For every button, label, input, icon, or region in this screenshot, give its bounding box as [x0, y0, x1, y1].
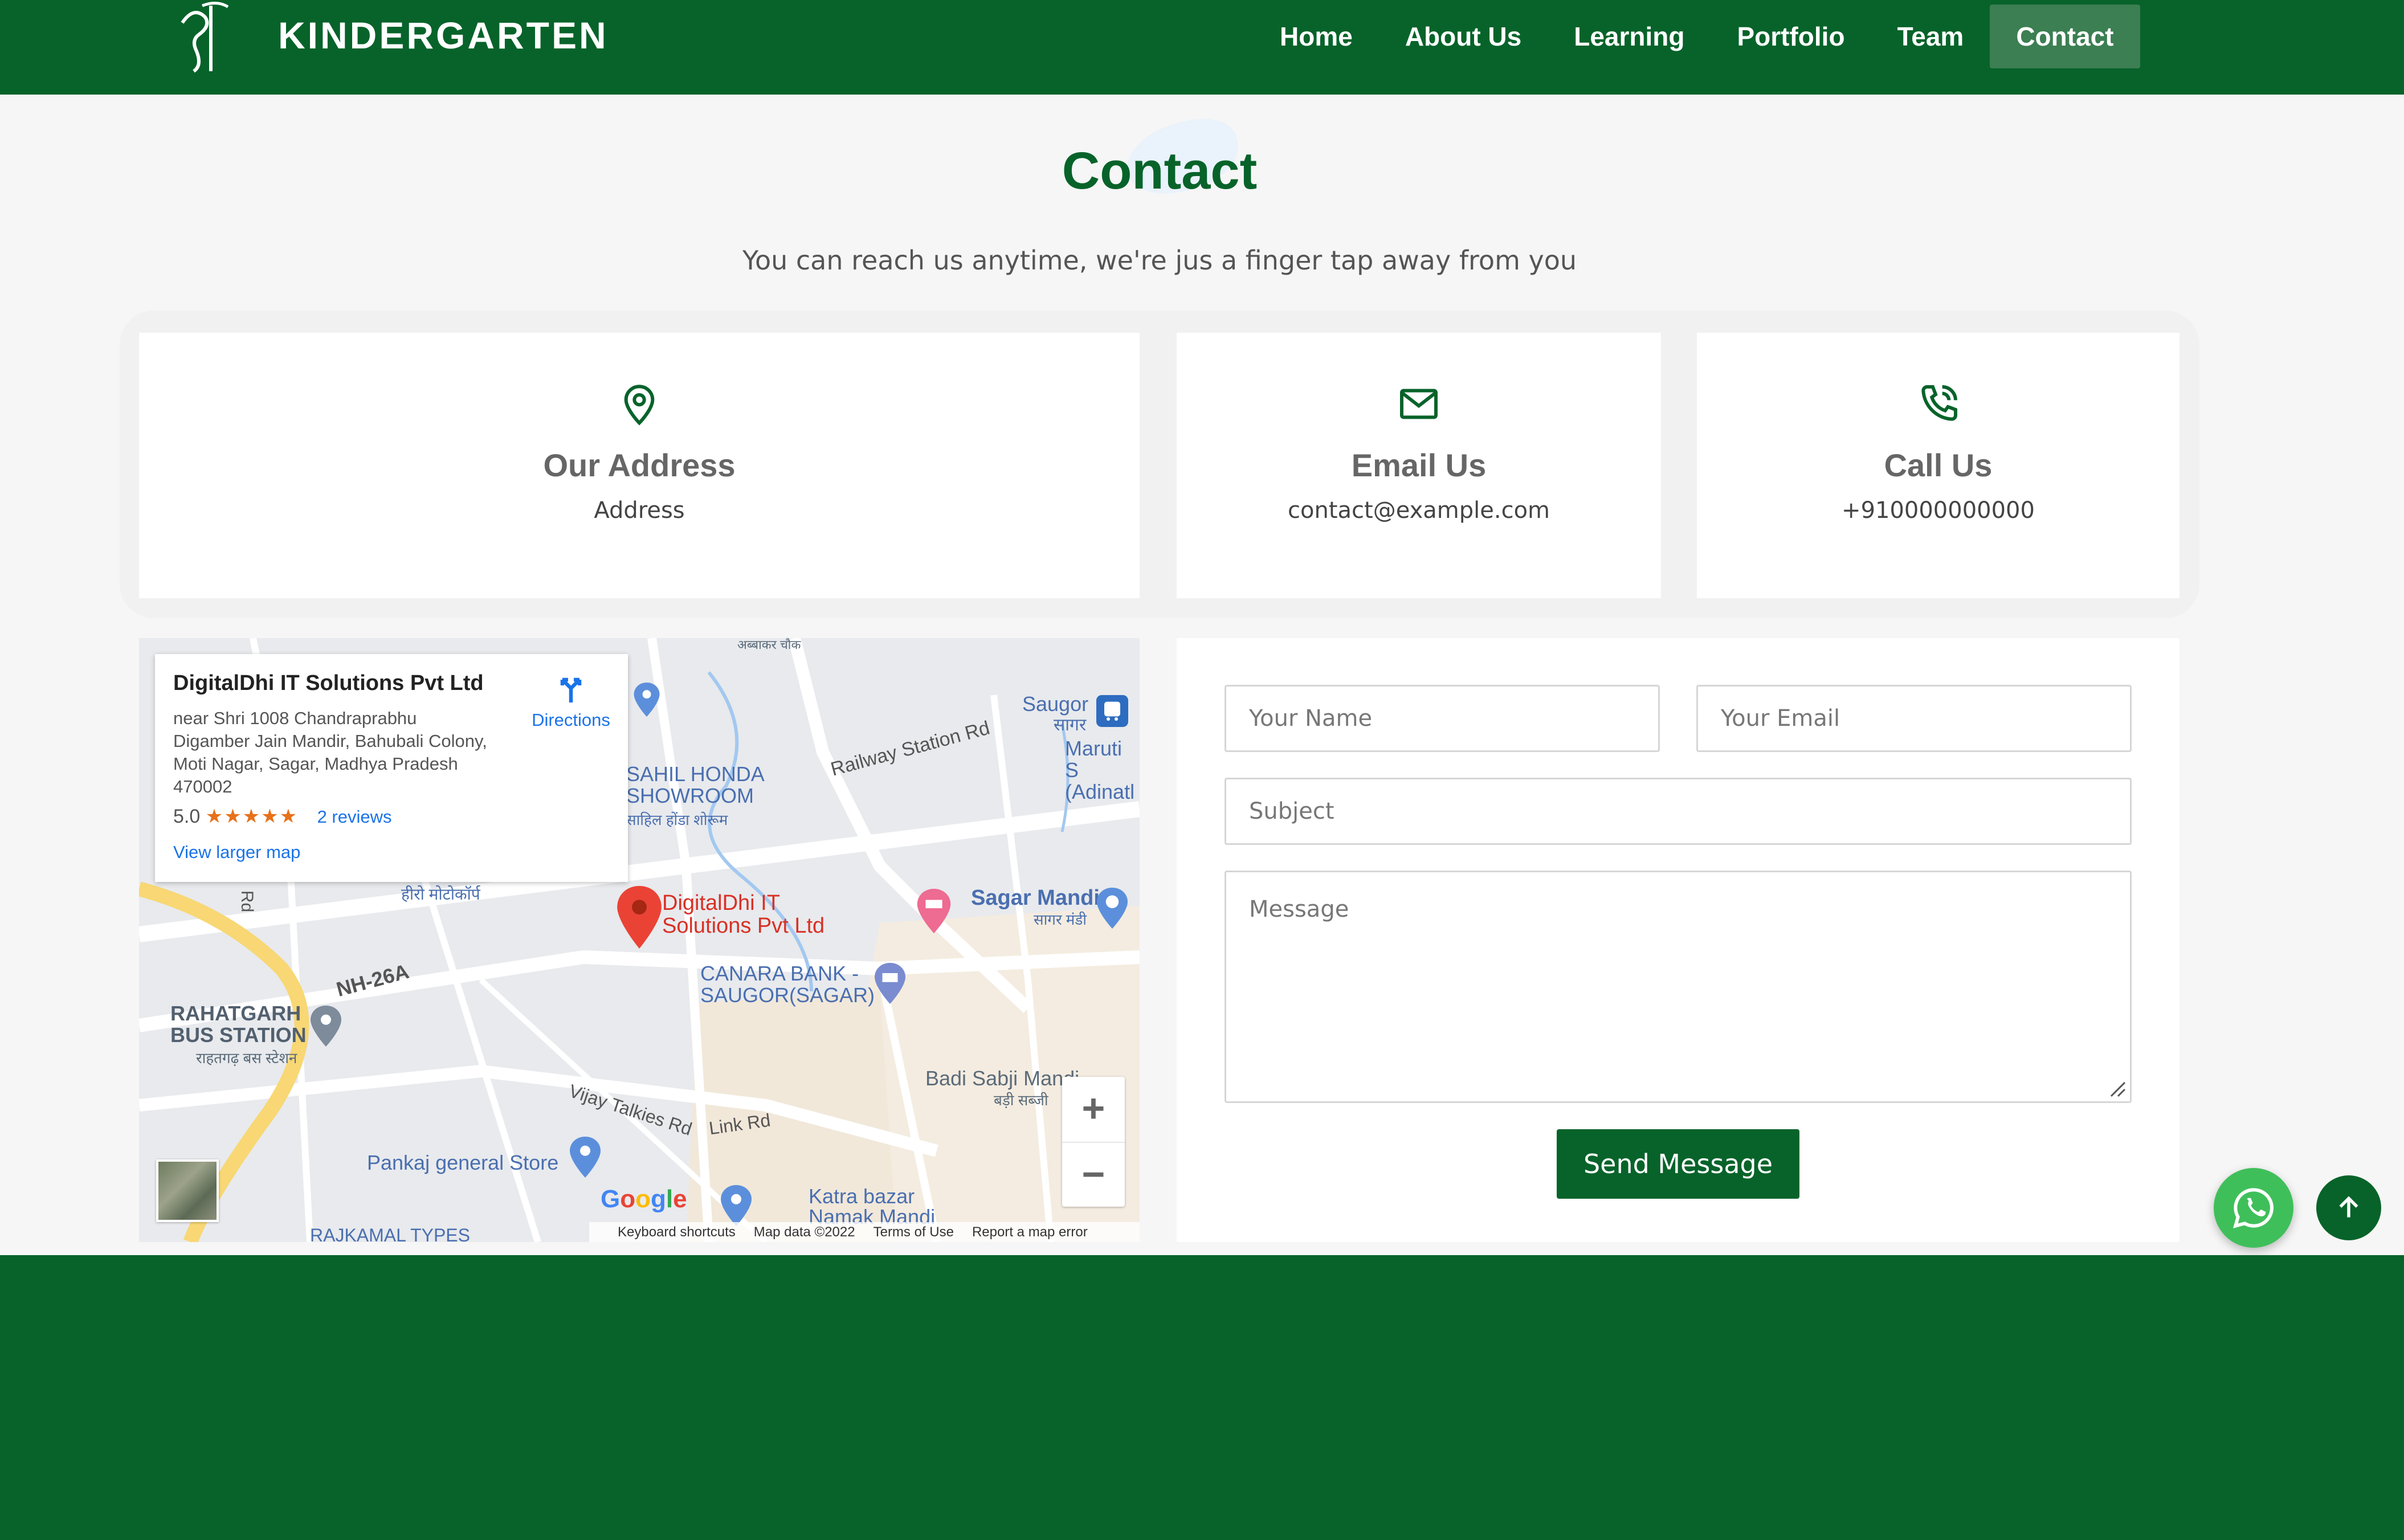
subject-placeholder: Subject [1249, 798, 1334, 824]
phone-text[interactable]: +910000000000 [1697, 497, 2179, 524]
satellite-toggle[interactable] [156, 1159, 219, 1222]
place-info-card: DigitalDhi IT Solutions Pvt Ltd near Shr… [155, 654, 628, 882]
directions-icon [560, 677, 582, 702]
pin-label: DigitalDhi IT Solutions Pvt Ltd [662, 891, 825, 938]
location-pin-icon[interactable] [617, 886, 662, 949]
email-card: Email Us contact@example.com [1177, 333, 1661, 598]
name-input[interactable]: Your Name [1225, 685, 1660, 752]
phone-icon [1697, 381, 2179, 432]
view-larger-map-link[interactable]: View larger map [173, 842, 300, 863]
nav-portfolio[interactable]: Portfolio [1711, 5, 1871, 68]
zoom-in-button[interactable]: + [1062, 1077, 1125, 1142]
map-label-maruti: Maruti S (Adinatl [1065, 738, 1135, 803]
bus-station-marker-icon[interactable] [310, 1006, 342, 1047]
map-label-rajkamal: RAJKAMAL TYPES [310, 1225, 470, 1242]
map-label-sahil-honda: SAHIL HONDA SHOWROOM [626, 762, 764, 807]
store-marker-icon[interactable] [569, 1137, 601, 1178]
directions-button[interactable]: Directions [525, 671, 617, 730]
google-logo: Google [601, 1185, 687, 1213]
map-label-chowk: अब्बाकर चौक [737, 638, 801, 652]
resize-handle-icon[interactable] [2106, 1077, 2127, 1098]
rating-stars-icon: ★★★★★ [205, 806, 299, 827]
map-pin-icon [139, 381, 1140, 432]
whatsapp-button[interactable] [2214, 1168, 2293, 1248]
nav-home[interactable]: Home [1254, 5, 1379, 68]
directions-label: Directions [532, 710, 610, 730]
subject-input[interactable]: Subject [1225, 778, 2132, 845]
site-header: KINDERGARTEN Home About Us Learning Port… [0, 0, 2404, 95]
map-data-text: Map data ©2022 [753, 1224, 855, 1240]
email-placeholder: Your Email [1721, 705, 1840, 732]
map-label-pankaj: Pankaj general Store [367, 1151, 559, 1174]
envelope-icon [1177, 381, 1661, 432]
page-title: Contact [1062, 142, 1258, 200]
map-label-rd: Rd [238, 890, 257, 913]
email-title: Email Us [1351, 447, 1487, 483]
page-subtitle: You can reach us anytime, we're jus a fi… [742, 245, 1577, 276]
arrow-up-icon [2339, 1196, 2358, 1218]
place-rating: 5.0 ★★★★★ 2 reviews [173, 805, 610, 828]
main-nav: Home About Us Learning Portfolio Team Co… [1254, 5, 2140, 68]
message-placeholder: Message [1249, 896, 1349, 922]
nav-learning[interactable]: Learning [1548, 5, 1711, 68]
train-station-icon[interactable] [1096, 695, 1128, 727]
map-footer: Keyboard shortcuts Map data ©2022 Terms … [589, 1222, 1140, 1242]
map-label-sagar-mandi-hi: सागर मंडी [1034, 911, 1087, 928]
site-footer [0, 1255, 2404, 1540]
bank-marker-icon[interactable] [874, 963, 906, 1004]
report-error-link[interactable]: Report a map error [972, 1224, 1088, 1240]
address-text: Address [594, 497, 685, 524]
map-label-katra: Katra bazar Namak Mandi Sagar [809, 1186, 936, 1226]
shop-marker-icon[interactable] [1096, 888, 1128, 929]
map-label-saugor-hi: सागर [1054, 716, 1087, 734]
zoom-control: + − [1062, 1077, 1125, 1207]
nav-contact[interactable]: Contact [1990, 5, 2140, 68]
nav-about-us[interactable]: About Us [1379, 5, 1548, 68]
address-title: Our Address [543, 447, 736, 483]
name-placeholder: Your Name [1249, 705, 1373, 732]
email-text[interactable]: contact@example.com [1177, 497, 1661, 524]
map-label-sagar-mandi: Sagar Mandi [971, 886, 1100, 910]
map-label-rahatgarh-hi: राहतगढ़ बस स्टेशन [196, 1049, 297, 1067]
brand-name[interactable]: KINDERGARTEN [278, 13, 609, 58]
logo-icon[interactable] [171, 0, 234, 74]
send-message-button[interactable]: Send Message [1557, 1129, 1799, 1199]
email-input[interactable]: Your Email [1696, 685, 2132, 752]
phone-title: Call Us [1884, 447, 1993, 483]
scroll-to-top-button[interactable] [2316, 1175, 2381, 1240]
reviews-link[interactable]: 2 reviews [317, 807, 392, 827]
keyboard-shortcuts-link[interactable]: Keyboard shortcuts [618, 1224, 736, 1240]
place-address: near Shri 1008 Chandraprabhu Digamber Ja… [173, 708, 487, 796]
map-label-hiro: हीरो मोटोकॉर्प [401, 885, 480, 903]
whatsapp-icon [2233, 1188, 2274, 1228]
nav-team[interactable]: Team [1871, 5, 1990, 68]
poi-marker-icon[interactable] [634, 683, 660, 717]
map-label-badi-sabji-hi: बड़ी सब्जी [994, 1092, 1048, 1109]
map-label-rahatgarh: RAHATGARH BUS STATION [170, 1002, 307, 1047]
zoom-out-button[interactable]: − [1062, 1142, 1125, 1207]
hotel-marker-icon[interactable] [917, 889, 951, 933]
message-textarea[interactable]: Message [1225, 871, 2132, 1103]
phone-card: Call Us +910000000000 [1697, 333, 2179, 598]
address-card: Our Address Address [139, 333, 1140, 598]
rating-value: 5.0 [173, 806, 201, 827]
terms-link[interactable]: Terms of Use [874, 1224, 954, 1240]
market-marker-icon[interactable] [720, 1185, 752, 1226]
google-map[interactable]: अब्बाकर चौक Saugor सागर Maruti S (Adinat… [139, 638, 1140, 1242]
map-label-canara-bank: CANARA BANK - SAUGOR(SAGAR) [700, 962, 875, 1007]
map-label-sahil-hi: साहिल होंडा शोरूम [626, 811, 728, 828]
